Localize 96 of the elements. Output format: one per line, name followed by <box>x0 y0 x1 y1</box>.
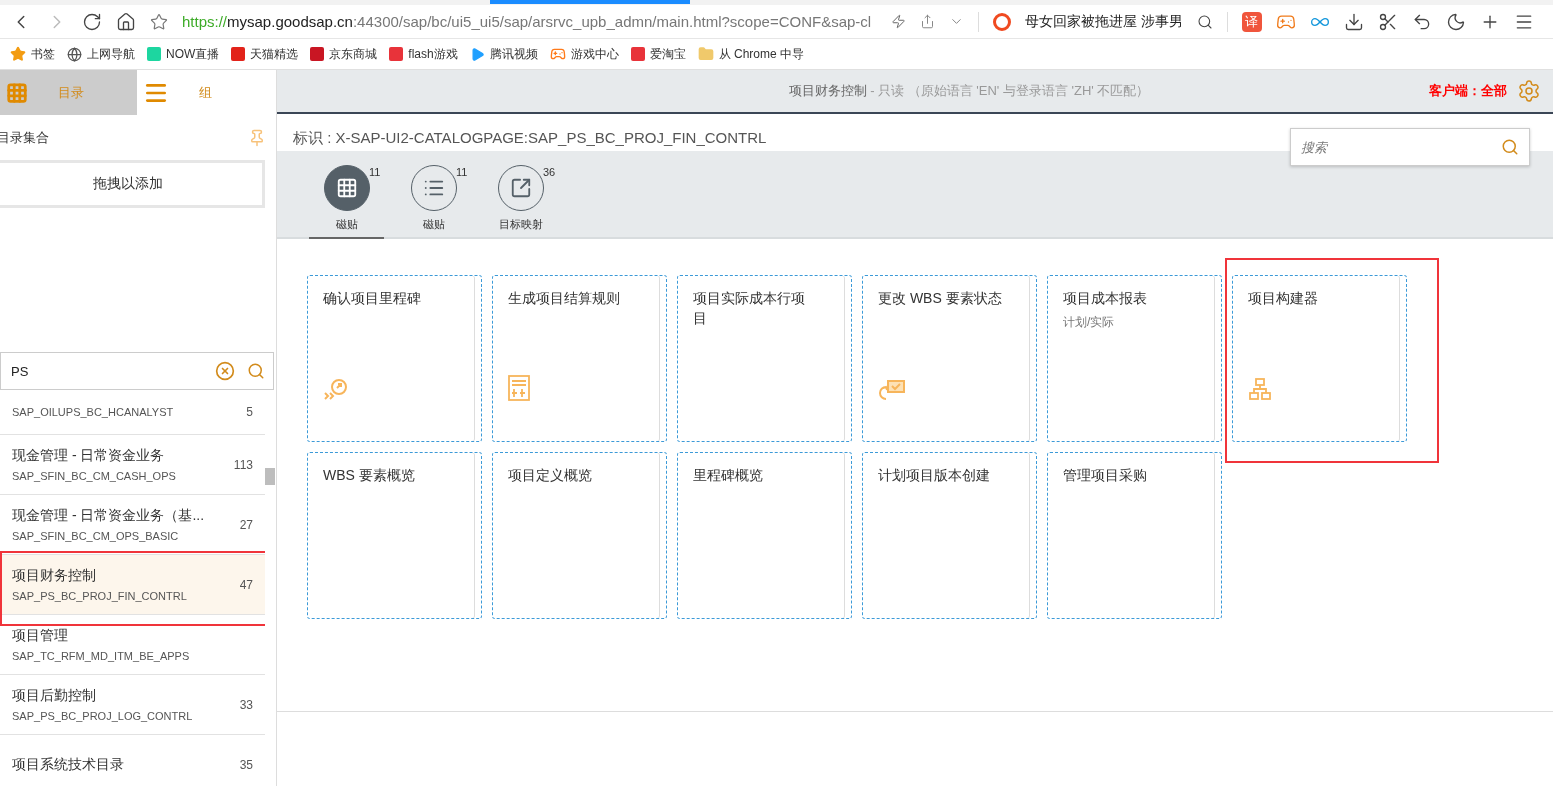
tile-title: 计划项目版本创建 <box>878 466 991 485</box>
count-label: 11 <box>369 166 381 178</box>
catalog-title: 项目系统技术目录 <box>12 755 125 774</box>
search-icon[interactable] <box>1196 13 1213 30</box>
tile-count: 27 <box>239 517 253 532</box>
bookmark-label: 书签 <box>31 45 55 63</box>
tile-title: 里程碑概览 <box>693 466 764 485</box>
status-change-icon <box>878 379 906 401</box>
bookmark-label: 游戏中心 <box>570 45 619 63</box>
tile-title: WBS 要素概览 <box>323 466 416 485</box>
moon-icon[interactable] <box>1445 11 1466 32</box>
app-tile[interactable]: WBS 要素概览 <box>307 452 482 619</box>
catalog-title: 项目管理 <box>12 627 69 645</box>
bookmark-link[interactable]: 京东商城 <box>310 45 378 63</box>
app-tile[interactable]: 项目定义概览 <box>492 452 667 619</box>
catalog-id: SAP_PS_BC_PROJ_LOG_CONTRL <box>12 710 194 722</box>
tile-title: 项目成本报表 <box>1063 289 1148 308</box>
app-tile[interactable]: 更改 WBS 要素状态 <box>862 275 1037 442</box>
share-icon <box>509 177 532 199</box>
tile-title: 项目定义概览 <box>508 466 593 485</box>
bookmark-label: 京东商城 <box>329 45 378 63</box>
page-title: 项目财务控制 - 只读 （原始语言 'EN' 与登录语言 'ZH' 不匹配） <box>787 82 1151 100</box>
app-tile[interactable]: 项目实际成本行项目 <box>677 275 852 442</box>
app-tile[interactable]: 管理项目采购 <box>1047 452 1222 619</box>
settings-icon[interactable] <box>1517 79 1541 103</box>
tile-count: 113 <box>233 457 253 472</box>
home-icon[interactable] <box>116 11 136 32</box>
tile-title: 确认项目里程碑 <box>323 289 422 308</box>
search-input[interactable]: 搜索 <box>1301 139 1451 155</box>
view-tab[interactable]: 磁贴 11 <box>396 163 471 239</box>
app-tile[interactable]: 里程碑概览 <box>677 452 852 619</box>
clear-icon[interactable] <box>215 361 235 381</box>
catalog-item[interactable]: 项目财务控制 SAP_PS_BC_PROJ_FIN_CONTRL 47 <box>0 555 265 615</box>
app-tile[interactable]: 项目成本报表 计划/实际 <box>1047 275 1222 442</box>
address-field[interactable]: https://mysap.goodsap.cn:44300/sap/bc/ui5_ui5/sap/arsrvc_upb_admn/main.html?scope=CONF&sap-cl <box>182 13 877 30</box>
app-tile[interactable]: 计划项目版本创建 <box>862 452 1037 619</box>
catalog-id: SAP_SFIN_BC_CM_CASH_OPS <box>12 470 177 482</box>
hierarchy-icon <box>1248 377 1272 401</box>
bookmark-link[interactable]: 上网导航 <box>67 45 135 63</box>
catalog-id: SAP_PS_BC_PROJ_FIN_CONTRL <box>12 590 188 602</box>
app-tile[interactable]: 确认项目里程碑 <box>307 275 482 442</box>
download-icon[interactable] <box>1343 11 1364 32</box>
tile-count: 35 <box>239 757 253 772</box>
search-field[interactable]: 搜索 <box>1290 128 1530 166</box>
grid-icon <box>6 81 28 104</box>
milestone-icon <box>323 377 349 401</box>
bookmark-label: 天猫精选 <box>250 45 299 63</box>
bookmark-label: 腾讯视频 <box>489 45 538 63</box>
bookmark-label: 上网导航 <box>87 45 135 63</box>
tile-count: 47 <box>239 577 253 592</box>
tile-subtitle: 计划/实际 <box>1063 314 1116 331</box>
reload-icon[interactable] <box>82 11 102 32</box>
tile-count: 33 <box>239 697 253 712</box>
tile-count: 5 <box>246 405 253 419</box>
grid-icon <box>335 177 358 199</box>
app-tile[interactable]: 项目构建器 <box>1232 275 1407 442</box>
share-icon[interactable] <box>920 14 935 29</box>
catalog-id: SAP_OILUPS_BC_HCANALYST <box>12 406 175 418</box>
catalog-title: 现金管理 - 日常资金业务（基... <box>12 507 206 525</box>
catalog-id: SAP_TC_RFM_MD_ITM_BE_APPS <box>12 650 191 662</box>
view-tab[interactable]: 磁贴 11 <box>309 163 384 239</box>
catalog-id: SAP_SFIN_BC_CM_OPS_BASIC <box>12 530 180 542</box>
bookmark-link[interactable]: 天猫精选 <box>231 45 299 63</box>
catalog-title: 项目后勤控制 <box>12 687 97 705</box>
drop-to-add-button[interactable]: 拖拽以添加 <box>0 160 265 208</box>
bookmark-star-icon[interactable] <box>150 12 168 31</box>
catalog-title: 项目财务控制 <box>12 567 97 585</box>
tile-title: 项目构建器 <box>1248 289 1319 308</box>
bookmark-link[interactable]: 从 Chrome 中导 <box>697 45 805 63</box>
bookmark-label: 从 Chrome 中导 <box>718 45 805 63</box>
bookmark-label: 爱淘宝 <box>649 45 686 63</box>
bookmark-link[interactable]: NOW直播 <box>147 45 220 63</box>
bookmark-link[interactable]: 腾讯视频 <box>469 45 538 63</box>
count-label: 11 <box>456 166 468 178</box>
bookmark-link[interactable]: 爱淘宝 <box>630 45 686 63</box>
tile-title: 生成项目结算规则 <box>508 289 621 308</box>
client-label: 客户端：全部 <box>1429 82 1507 100</box>
scissors-icon[interactable] <box>1377 11 1398 32</box>
count-label: 36 <box>543 166 556 178</box>
tile-title: 项目实际成本行项目 <box>693 289 806 328</box>
bookmark-link[interactable]: 书签 <box>10 45 55 63</box>
bill-icon <box>508 375 530 401</box>
lightning-icon[interactable] <box>891 14 906 29</box>
tile-title: 管理项目采购 <box>1063 466 1148 485</box>
catalog-id-label: 标识 : X-SAP-UI2-CATALOGPAGE:SAP_PS_BC_PROJ_FIN_CONTRL <box>293 129 767 148</box>
scrollbar-thumb[interactable] <box>265 468 275 485</box>
tile-title: 更改 WBS 要素状态 <box>878 289 1003 308</box>
bookmark-link[interactable]: flash游戏 <box>389 45 458 63</box>
news-headline[interactable]: 母女回家被拖进屋 涉事男 <box>1025 12 1183 31</box>
catalog-search-field[interactable]: PS <box>0 352 274 390</box>
bookmark-label: NOW直播 <box>166 45 220 63</box>
view-tab[interactable]: 目标映射 36 <box>483 163 558 239</box>
bookmark-link[interactable]: 游戏中心 <box>549 45 619 63</box>
catalog-title: 现金管理 - 日常资金业务 <box>12 447 166 465</box>
bookmark-label: flash游戏 <box>408 45 458 63</box>
app-tile[interactable]: 生成项目结算规则 <box>492 275 667 442</box>
